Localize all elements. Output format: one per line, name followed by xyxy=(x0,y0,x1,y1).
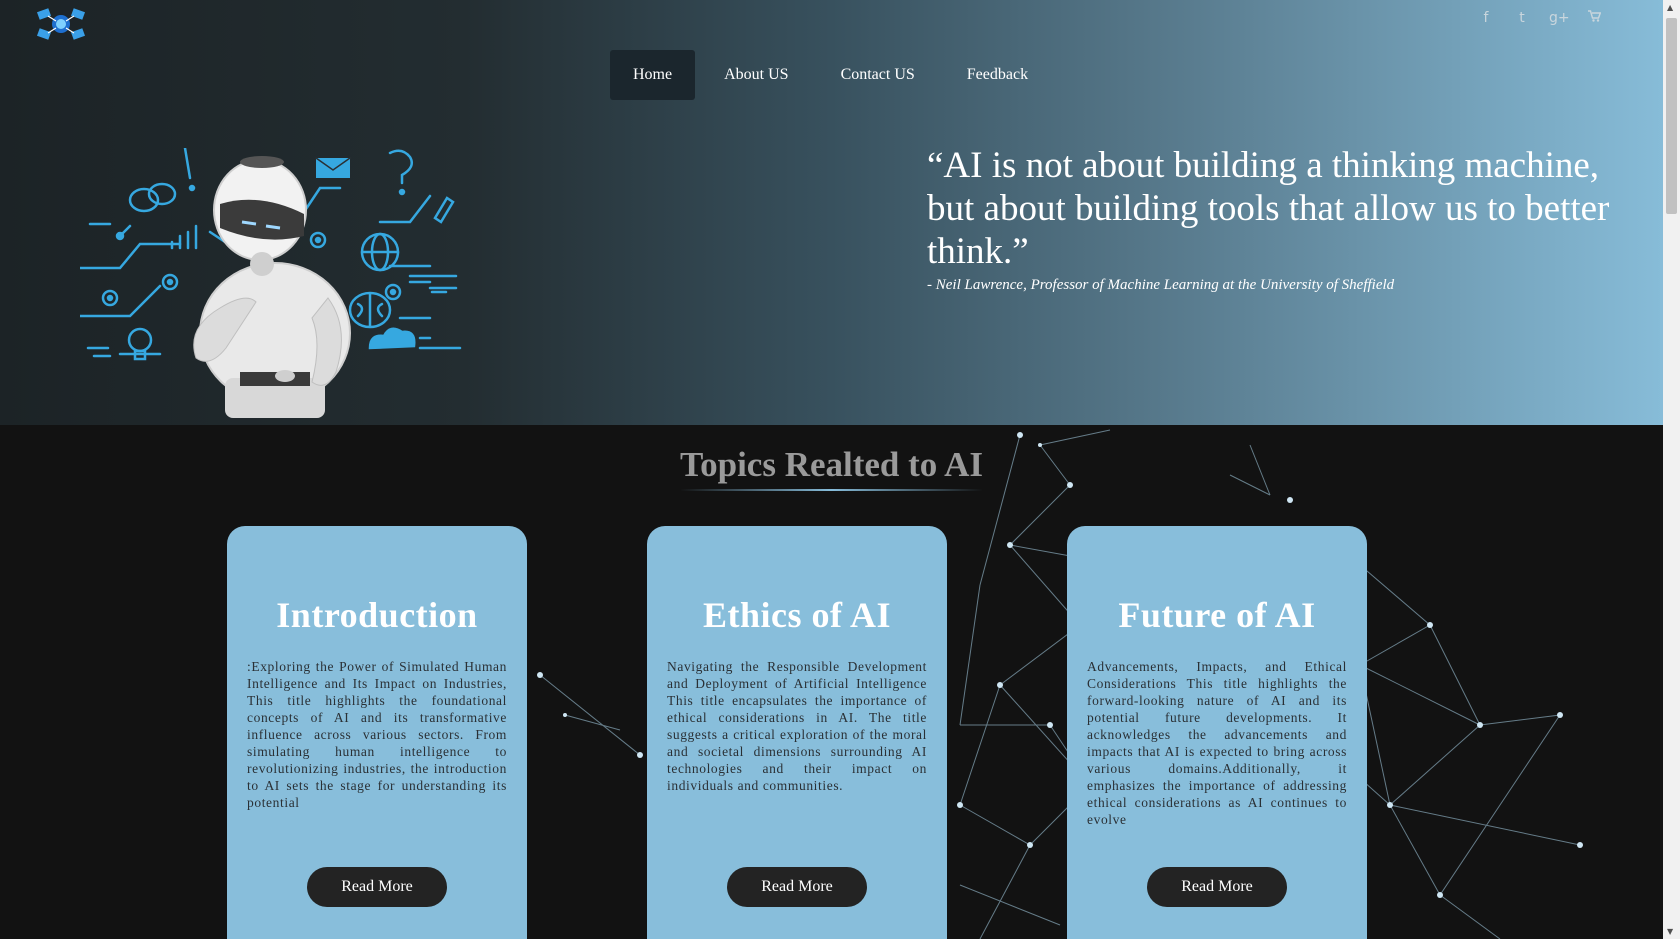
card-title: Future of AI xyxy=(1118,595,1316,635)
site-logo[interactable] xyxy=(34,6,88,44)
topic-card-introduction: Introduction :Exploring the Power of Sim… xyxy=(227,526,527,939)
nav-about-us[interactable]: About US xyxy=(701,50,811,100)
read-more-button[interactable]: Read More xyxy=(727,867,867,907)
main-nav: Home About US Contact US Feedback xyxy=(610,50,1057,100)
scroll-up-icon[interactable]: ▲ xyxy=(1667,3,1673,12)
scrollbar-thumb[interactable] xyxy=(1666,18,1677,214)
ai-robot-illustration xyxy=(80,148,462,418)
scroll-down-icon[interactable]: ▼ xyxy=(1667,927,1673,936)
nav-feedback[interactable]: Feedback xyxy=(944,50,1051,100)
topic-card-ethics: Ethics of AI Navigating the Responsible … xyxy=(647,526,947,939)
nav-home[interactable]: Home xyxy=(610,50,696,100)
card-text: Navigating the Responsible Development a… xyxy=(667,659,927,793)
topics-title: Topics Realted to AI xyxy=(679,445,984,493)
social-links: f t g+ xyxy=(1477,10,1603,26)
card-title: Introduction xyxy=(276,595,478,635)
card-text: Advancements, Impacts, and Ethical Consi… xyxy=(1087,659,1347,827)
facebook-icon[interactable]: f xyxy=(1477,10,1495,26)
page-scrollbar[interactable]: ▲ ▼ xyxy=(1663,0,1680,939)
hero-header: f t g+ Home About US Contact US Feedback xyxy=(0,0,1663,425)
cart-icon[interactable] xyxy=(1585,10,1603,26)
read-more-button[interactable]: Read More xyxy=(1147,867,1287,907)
quote-author: - Neil Lawrence, Professor of Machine Le… xyxy=(927,277,1395,293)
card-text: :Exploring the Power of Simulated Human … xyxy=(247,659,507,810)
topics-section: Topics Realted to AI Introduction :Explo… xyxy=(0,425,1663,939)
topics-heading-wrap: Topics Realted to AI xyxy=(0,445,1663,493)
hero-quote: “AI is not about building a thinking mac… xyxy=(927,144,1627,294)
twitter-icon[interactable]: t xyxy=(1513,10,1531,26)
read-more-button[interactable]: Read More xyxy=(307,867,447,907)
card-title: Ethics of AI xyxy=(702,595,892,635)
google-plus-icon[interactable]: g+ xyxy=(1549,10,1570,26)
topic-card-future: Future of AI Advancements, Impacts, and … xyxy=(1067,526,1367,939)
quote-text: “AI is not about building a thinking mac… xyxy=(927,145,1610,272)
nav-contact-us[interactable]: Contact US xyxy=(818,50,938,100)
